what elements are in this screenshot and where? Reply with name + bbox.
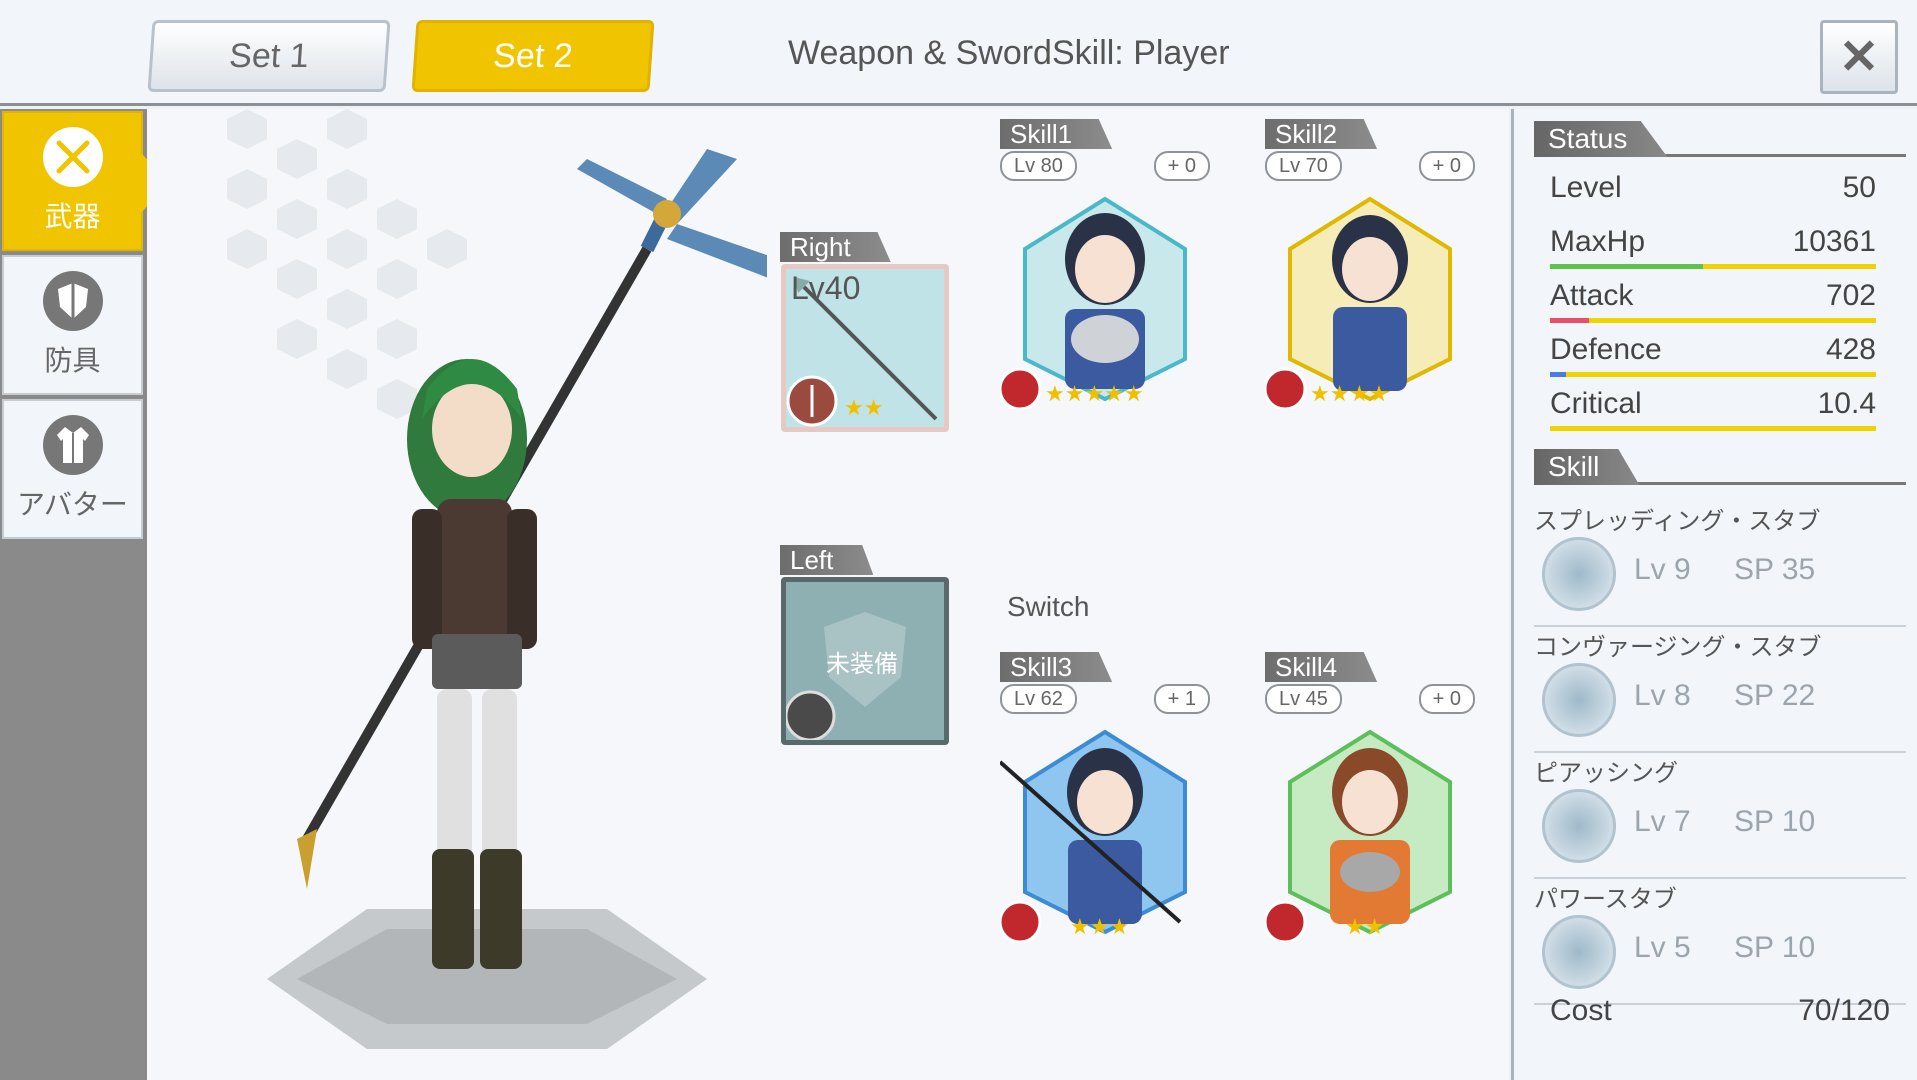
skill-slot-label: Skill3 xyxy=(1000,652,1113,682)
sidebar-item-label: 防具 xyxy=(44,345,101,376)
skill-character-portrait: ★★ xyxy=(1265,729,1452,942)
skill-list-item[interactable]: コンヴァージング・スタブ Lv 8 SP 22 xyxy=(1534,627,1906,753)
shield-icon xyxy=(42,271,103,331)
right-hand-weapon-card[interactable]: ★★ Lv40 xyxy=(781,264,949,432)
stat-bar xyxy=(1550,264,1876,269)
skill-heading: Skill xyxy=(1534,449,1906,485)
tab-set-2[interactable]: Set 2 xyxy=(411,20,655,92)
skill-plus-badge: + 0 xyxy=(1153,151,1210,181)
skill-plus-badge: + 0 xyxy=(1418,151,1475,181)
switch-label: Switch xyxy=(1007,591,1090,622)
skill-plus-badge: + 1 xyxy=(1153,684,1210,714)
close-icon: ✕ xyxy=(1838,31,1880,84)
skill-character-portrait: ★★★★★ xyxy=(1000,196,1187,409)
right-hand-slot-label: Right xyxy=(780,232,891,262)
status-heading: Status xyxy=(1534,121,1906,157)
page-title: Weapon & SwordSkill: Player xyxy=(788,34,1230,72)
top-bar: Set 1 Set 2 Weapon & SwordSkill: Player … xyxy=(0,0,1917,106)
skill-list-item[interactable]: スプレッディング・スタブ Lv 9 SP 35 xyxy=(1534,501,1906,627)
player-character-render xyxy=(267,149,767,1049)
weapon-level: Lv40 xyxy=(791,270,861,306)
stat-critical: Critical 10.4 xyxy=(1550,387,1876,431)
skill-level-badge: Lv 70 xyxy=(1265,151,1342,181)
sidebar-item-label: 武器 xyxy=(44,201,101,232)
stat-bar xyxy=(1550,372,1876,377)
sidebar-item-weapon[interactable]: 武器 xyxy=(2,111,169,251)
status-panel: Status Level 50 MaxHp 10361 Attack 702 Defe… xyxy=(1511,109,1917,1080)
sidebar-item-armor[interactable]: 防具 xyxy=(2,255,143,395)
svg-text:★★★★: ★★★★ xyxy=(1310,382,1389,407)
swords-icon xyxy=(42,127,103,187)
svg-text:★★★: ★★★ xyxy=(1070,915,1129,940)
svg-text:★★: ★★ xyxy=(1345,915,1384,940)
svg-text:★★★★★: ★★★★★ xyxy=(1045,382,1144,407)
main-area: Right ★★ Lv40 Left 未装備 Skill1 Lv 80 + 0 xyxy=(147,109,1509,1080)
skill-level-badge: Lv 45 xyxy=(1265,684,1342,714)
skill-character-portrait: ★★★★ xyxy=(1265,196,1452,409)
skill-slot-label: Skill1 xyxy=(1000,119,1113,149)
skill-figure-icon xyxy=(1542,915,1616,989)
stat-attack: Attack 702 xyxy=(1550,279,1876,323)
left-hand-slot-label: Left xyxy=(780,545,874,575)
stat-level: Level 50 xyxy=(1550,171,1876,204)
skill-card-4[interactable]: Skill4 Lv 45 + 0 ★★ xyxy=(1265,652,1475,942)
stat-bar xyxy=(1550,426,1876,431)
coat-icon xyxy=(42,415,103,475)
skill-level-badge: Lv 62 xyxy=(1000,684,1077,714)
unequipped-text: 未装備 xyxy=(826,651,898,678)
skill-character-portrait: ★★★ xyxy=(1000,729,1187,942)
skill-figure-icon xyxy=(1542,789,1616,863)
stat-defence: Defence 428 xyxy=(1550,333,1876,377)
skill-figure-icon xyxy=(1542,537,1616,611)
skill-slot-label: Skill2 xyxy=(1265,119,1378,149)
skill-figure-icon xyxy=(1542,663,1616,737)
stat-maxhp: MaxHp 10361 xyxy=(1550,225,1876,269)
skill-plus-badge: + 0 xyxy=(1418,684,1475,714)
skill-slot-label: Skill4 xyxy=(1265,652,1378,682)
skill-card-1[interactable]: Skill1 Lv 80 + 0 ★★★★★ xyxy=(1000,119,1210,409)
stat-bar xyxy=(1550,318,1876,323)
skill-list-item[interactable]: ピアッシング Lv 7 SP 10 xyxy=(1534,753,1906,879)
cost-row: Cost 70/120 xyxy=(1550,994,1890,1027)
skill-card-3[interactable]: Skill3 Lv 62 + 1 ★★★ xyxy=(1000,652,1210,942)
close-button[interactable]: ✕ xyxy=(1820,20,1898,94)
skill-level-badge: Lv 80 xyxy=(1000,151,1077,181)
sidebar-item-label: アバター xyxy=(17,489,128,520)
skill-card-2[interactable]: Skill2 Lv 70 + 0 ★★★★ xyxy=(1265,119,1475,409)
skill-list-item[interactable]: パワースタブ Lv 5 SP 10 xyxy=(1534,879,1906,1005)
sidebar: 武器 防具 アバター xyxy=(0,109,169,1080)
tab-set-1[interactable]: Set 1 xyxy=(147,20,391,92)
left-hand-weapon-card[interactable]: 未装備 xyxy=(781,577,949,745)
svg-text:★★: ★★ xyxy=(844,396,883,421)
sidebar-item-avatar[interactable]: アバター xyxy=(2,399,143,539)
